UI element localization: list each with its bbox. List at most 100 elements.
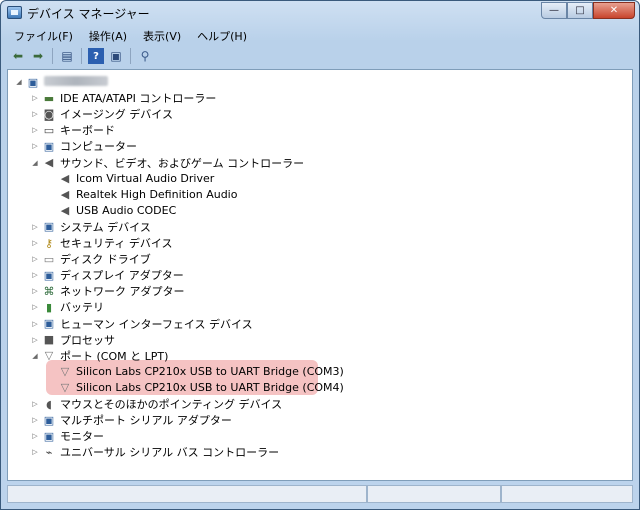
tree-item-label <box>44 75 108 89</box>
tree-device-item[interactable]: ◀ Icom Virtual Audio Driver <box>46 171 215 187</box>
expand-arrow-icon[interactable]: ▷ <box>30 223 40 231</box>
collapse-arrow-icon[interactable]: ◢ <box>30 352 40 360</box>
minimize-button[interactable]: — <box>541 2 567 19</box>
expand-arrow-icon[interactable]: ▷ <box>30 448 40 456</box>
disk-icon: ▭ <box>43 252 55 266</box>
multiport-icon: ▣ <box>43 413 55 427</box>
tree-category[interactable]: ▷ ▬ IDE ATA/ATAPI コントローラー <box>30 90 216 106</box>
hid-icon: ▣ <box>43 317 55 330</box>
tree-category[interactable]: ▷ ▣ ディスプレイ アダプター <box>30 267 184 283</box>
tree-category[interactable]: ▷ ▣ ヒューマン インターフェイス デバイス <box>30 316 252 332</box>
tree-category[interactable]: ▷ ▣ コンピューター <box>30 138 137 154</box>
status-bar <box>7 485 633 505</box>
tree-device-item[interactable]: ◀ USB Audio CODEC <box>46 203 177 219</box>
tree-category[interactable]: ▷ ▭ キーボード <box>30 122 115 138</box>
tree-device-item[interactable]: ◀ Realtek High Definition Audio <box>46 187 238 203</box>
back-icon[interactable]: ⬅ <box>10 48 26 64</box>
expand-arrow-icon[interactable]: ▷ <box>30 94 40 102</box>
display-icon: ▣ <box>43 268 55 282</box>
tree-root-computer[interactable]: ◢ ▣ <box>14 74 108 90</box>
tree-category[interactable]: ▷ ■ プロセッサ <box>30 332 115 348</box>
collapse-arrow-icon[interactable]: ◢ <box>14 78 24 86</box>
menu-bar: ファイル(F) 操作(A) 表示(V) ヘルプ(H) <box>6 26 634 45</box>
menu-view[interactable]: 表示(V) <box>135 26 189 45</box>
expand-arrow-icon[interactable]: ▷ <box>30 416 40 424</box>
expand-arrow-icon[interactable]: ▷ <box>30 432 40 440</box>
port-icon: ▽ <box>44 349 54 363</box>
tree-item-label: Silicon Labs CP210x USB to UART Bridge (… <box>76 365 344 379</box>
forward-icon[interactable]: ➡ <box>30 48 46 64</box>
tree-category[interactable]: ▷ ⌁ ユニバーサル シリアル バス コントローラー <box>30 444 279 460</box>
tree-item-label: セキュリティ デバイス <box>60 237 173 250</box>
expand-arrow-icon[interactable]: ▷ <box>30 400 40 408</box>
title-bar[interactable]: デバイス マネージャー — □ ✕ <box>1 1 639 25</box>
speaker-icon: ◀ <box>44 156 54 169</box>
expand-arrow-icon[interactable]: ▷ <box>30 126 40 134</box>
tree-category[interactable]: ▷ ▭ ディスク ドライブ <box>30 251 150 267</box>
maximize-button[interactable]: □ <box>567 2 593 19</box>
speaker-icon: ◀ <box>60 204 70 218</box>
tree-category[interactable]: ◢ ▽ ポート (COM と LPT) <box>30 348 168 364</box>
toolbar-separator <box>130 48 131 64</box>
toolbar-separator <box>52 48 53 64</box>
tree-item-label: イメージング デバイス <box>60 108 173 122</box>
expand-arrow-icon[interactable]: ▷ <box>30 287 40 295</box>
tree-item-label: プロセッサ <box>60 333 115 347</box>
expand-arrow-icon[interactable]: ▷ <box>30 336 40 344</box>
usb-icon: ⌁ <box>45 445 53 459</box>
status-cell-2 <box>367 485 501 503</box>
status-cell-main <box>7 485 367 503</box>
view-icon[interactable]: ▣ <box>108 48 124 64</box>
tree-item-label: ユニバーサル シリアル バス コントローラー <box>60 446 280 460</box>
tree-category[interactable]: ▷ ⚷ セキュリティ デバイス <box>30 235 173 251</box>
processor-icon: ■ <box>43 333 55 347</box>
tree-category[interactable]: ▷ ▣ システム デバイス <box>30 219 151 235</box>
menu-help[interactable]: ヘルプ(H) <box>189 26 255 45</box>
expand-arrow-icon[interactable]: ▷ <box>30 142 40 150</box>
expand-arrow-icon[interactable]: ▷ <box>30 239 40 247</box>
tree-item-label: キーボード <box>60 124 115 138</box>
tree-category[interactable]: ▷ ▣ マルチポート シリアル アダプター <box>30 412 232 428</box>
tree-item-label: マウスとそのほかのポインティング デバイス <box>60 398 283 411</box>
device-tree[interactable]: ◢ ▣ ▷ ▬ IDE ATA/ATAPI コントローラー ▷ ◙ イメージング デバイス ▷ ▭… <box>7 69 633 481</box>
tree-category[interactable]: ▷ ◖ マウスとそのほかのポインティング デバイス <box>30 396 282 412</box>
toolbar-separator <box>81 48 82 64</box>
key-icon: ⚷ <box>44 236 54 250</box>
toolbar: ⬅ ➡ ▤ ? ▣ ⚲ <box>6 45 634 67</box>
menu-file[interactable]: ファイル(F) <box>6 26 81 45</box>
expand-arrow-icon[interactable]: ▷ <box>30 110 40 118</box>
tree-category[interactable]: ▷ ▣ モニター <box>30 428 104 444</box>
expand-arrow-icon[interactable]: ▷ <box>30 303 40 311</box>
tree-category[interactable]: ◢ ◀ サウンド、ビデオ、およびゲーム コントローラー <box>30 155 304 171</box>
tree-item-label: Silicon Labs CP210x USB to UART Bridge (… <box>76 381 344 395</box>
port-icon: ▽ <box>60 365 70 379</box>
help-icon[interactable]: ? <box>88 48 104 64</box>
properties-icon[interactable]: ▤ <box>59 48 75 64</box>
monitor-icon: ▣ <box>43 429 55 443</box>
tree-category[interactable]: ▷ ⌘ ネットワーク アダプター <box>30 283 185 299</box>
tree-item-label: Realtek High Definition Audio <box>76 188 238 202</box>
camera-icon: ◙ <box>43 107 55 121</box>
tree-item-label: USB Audio CODEC <box>76 204 177 218</box>
tree-item-label: サウンド、ビデオ、およびゲーム コントローラー <box>60 156 305 170</box>
tree-category[interactable]: ▷ ▮ バッテリ <box>30 299 104 315</box>
close-button[interactable]: ✕ <box>593 2 635 19</box>
tree-item-label: システム デバイス <box>60 220 151 234</box>
computer-icon: ▣ <box>43 139 55 153</box>
tree-item-label: IDE ATA/ATAPI コントローラー <box>60 92 217 106</box>
menu-action[interactable]: 操作(A) <box>81 26 135 45</box>
tree-item-label: ディスプレイ アダプター <box>60 269 184 283</box>
redacted-computer-name <box>44 75 108 86</box>
scan-hardware-icon[interactable]: ⚲ <box>137 48 153 64</box>
tree-category[interactable]: ▷ ◙ イメージング デバイス <box>30 106 173 122</box>
tree-device-item[interactable]: ▽ Silicon Labs CP210x USB to UART Bridge … <box>46 364 344 380</box>
collapse-arrow-icon[interactable]: ◢ <box>30 159 40 167</box>
speaker-icon: ◀ <box>60 188 70 202</box>
expand-arrow-icon[interactable]: ▷ <box>30 271 40 279</box>
tree-device-item[interactable]: ▽ Silicon Labs CP210x USB to UART Bridge … <box>46 380 344 396</box>
expand-arrow-icon[interactable]: ▷ <box>30 320 40 328</box>
tree-item-label: ネットワーク アダプター <box>60 285 185 299</box>
caption-buttons: — □ ✕ <box>541 2 635 20</box>
computer-icon: ▣ <box>27 75 39 89</box>
expand-arrow-icon[interactable]: ▷ <box>30 255 40 263</box>
